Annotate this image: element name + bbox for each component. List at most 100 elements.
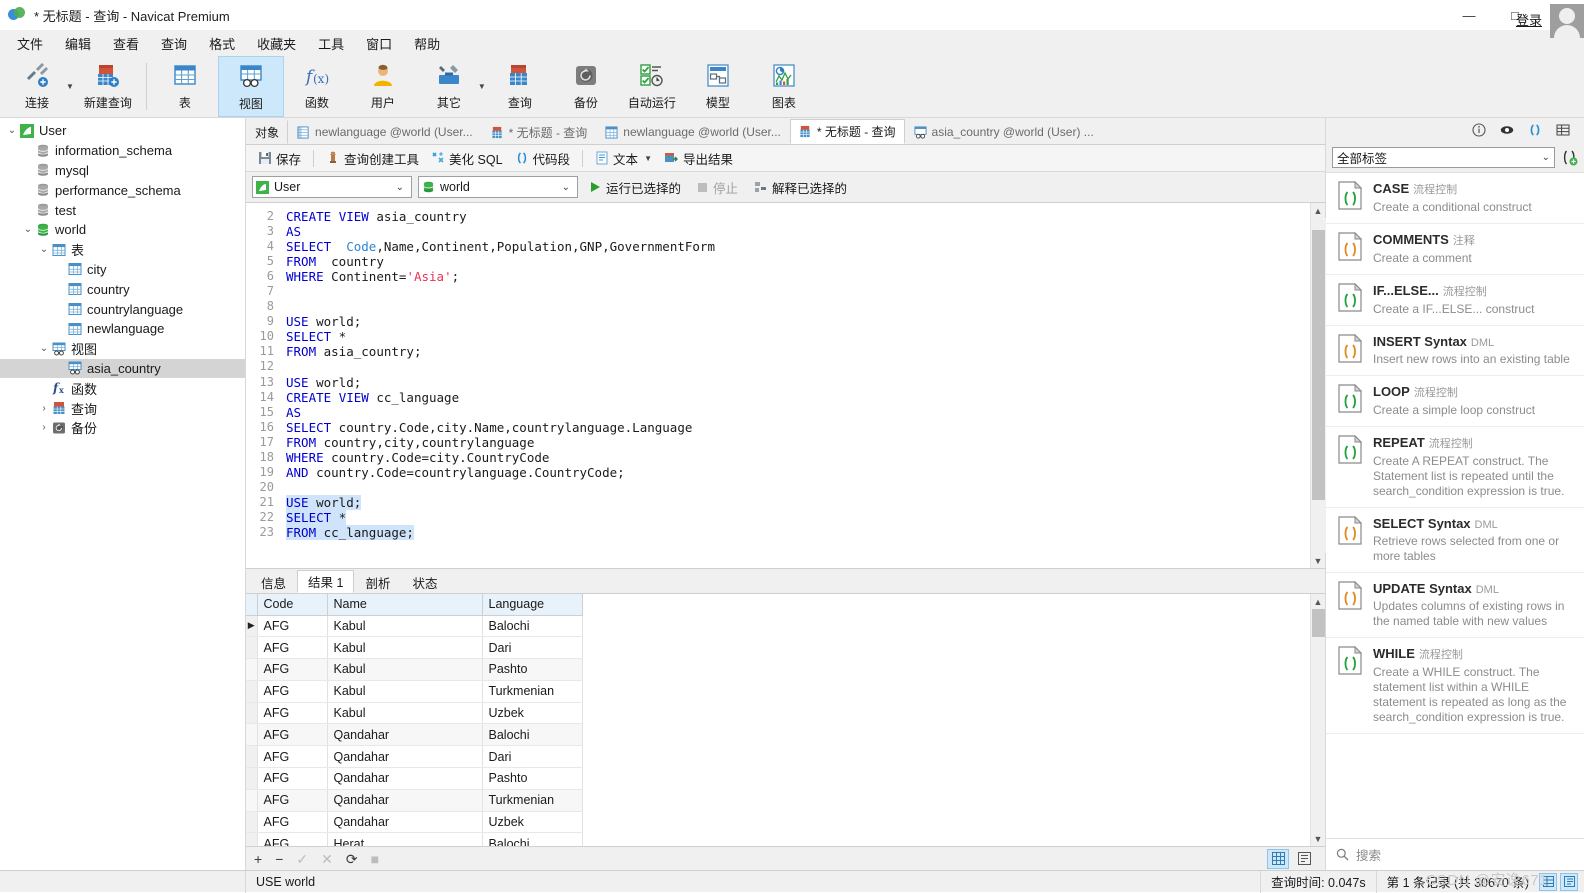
table-cell[interactable]: Turkmenian: [482, 789, 583, 812]
grid-scroll-thumb[interactable]: [1311, 609, 1325, 637]
table-cell[interactable]: AFG: [257, 680, 328, 703]
table-cell[interactable]: AFG: [257, 658, 328, 681]
sql-editor-content[interactable]: 2 3 4 5 6 7 8 9 10 11 12 13 14 15 16 17 18 19 20 21 22 23 CRE…: [246, 203, 1310, 568]
menu-item-help[interactable]: 帮助: [403, 31, 451, 56]
sql-line[interactable]: USE world;: [286, 494, 1310, 510]
sql-line[interactable]: SELECT country.Code,city.Name,countrylan…: [286, 420, 1310, 435]
snippet-list[interactable]: CASE 流程控制 Create a conditional construct CO…: [1326, 172, 1584, 838]
scroll-thumb[interactable]: [1311, 230, 1325, 500]
editor-tab-2[interactable]: * 无标题 - 查询: [482, 120, 597, 144]
tree-node-asia_country[interactable]: asia_country: [0, 358, 245, 379]
menu-item-query[interactable]: 查询: [150, 31, 198, 56]
row-indicator[interactable]: [246, 811, 258, 834]
editor-scrollbar[interactable]: ▲ ▼: [1310, 203, 1326, 568]
stop-button[interactable]: 停止: [692, 175, 743, 200]
row-indicator[interactable]: [246, 745, 258, 769]
sql-line[interactable]: FROM cc_language;: [286, 524, 1310, 540]
snippet-item[interactable]: SELECT Syntax DML Retrieve rows selected f…: [1326, 508, 1584, 573]
result-grid[interactable]: Code Name Language ▶ AFG Kabul Balochi AFG Kabul…: [246, 594, 583, 846]
chevron-down-icon[interactable]: ⌄: [36, 343, 52, 354]
table-cell[interactable]: AFG: [257, 615, 328, 638]
table-row[interactable]: AFG Qandahar Pashto: [246, 767, 583, 790]
chevron-down-icon[interactable]: ▼: [644, 154, 652, 163]
tree-node-[interactable]: ⌄ 视图: [0, 339, 245, 359]
add-snippet-icon[interactable]: [1561, 149, 1578, 166]
sql-line[interactable]: [286, 359, 1310, 374]
table-row[interactable]: AFG Qandahar Balochi: [246, 723, 583, 747]
chevron-right-icon[interactable]: ›: [36, 403, 52, 414]
menu-item-view[interactable]: 查看: [102, 31, 150, 56]
toolbar-button-connect[interactable]: 连接: [4, 56, 70, 117]
delete-record-button[interactable]: −: [275, 852, 283, 866]
connection-select[interactable]: User ⌄: [252, 176, 412, 198]
table-row[interactable]: AFG Kabul Pashto: [246, 658, 583, 681]
row-indicator[interactable]: ▶: [246, 615, 258, 638]
table-cell[interactable]: AFG: [257, 702, 328, 725]
table-cell[interactable]: Herat: [327, 832, 483, 846]
chevron-down-icon[interactable]: ⌄: [392, 182, 408, 193]
minimize-button[interactable]: —: [1446, 0, 1492, 30]
chevron-down-icon[interactable]: ⌄: [36, 244, 52, 255]
row-indicator[interactable]: [246, 789, 258, 812]
column-header[interactable]: Language: [482, 594, 583, 616]
editor-tab-4[interactable]: * 无标题 - 查询: [789, 119, 905, 144]
table-row[interactable]: AFG Kabul Turkmenian: [246, 680, 583, 703]
menu-item-tools[interactable]: 工具: [307, 31, 355, 56]
toolbar-button-view[interactable]: 视图: [217, 56, 284, 117]
chevron-right-icon[interactable]: ›: [36, 422, 52, 433]
export-result-button[interactable]: 导出结果: [658, 146, 739, 171]
table-cell[interactable]: Qandahar: [327, 745, 483, 769]
navigation-tree[interactable]: ⌄ User information_schema mysql performance_…: [0, 118, 246, 870]
table-cell[interactable]: Uzbek: [482, 702, 583, 725]
snippet-item[interactable]: CASE 流程控制 Create a conditional construct: [1326, 173, 1584, 224]
table-cell[interactable]: Kabul: [327, 615, 483, 638]
editor-tab-1[interactable]: newlanguage @world (User...: [288, 120, 482, 144]
editor-tab-5[interactable]: asia_country @world (User) ...: [905, 120, 1103, 144]
chevron-down-icon-3[interactable]: ⌄: [1542, 152, 1550, 163]
snippet-item[interactable]: WHILE 流程控制 Create a WHILE construct. The s…: [1326, 638, 1584, 734]
stop-button[interactable]: ■: [371, 852, 379, 866]
scroll-track[interactable]: [1310, 218, 1326, 553]
run-selected-button[interactable]: 运行已选择的: [584, 175, 686, 200]
chevron-down-icon[interactable]: ⌄: [20, 224, 36, 235]
sql-line[interactable]: CREATE VIEW asia_country: [286, 209, 1310, 224]
table-cell[interactable]: Qandahar: [327, 723, 483, 747]
table-cell[interactable]: AFG: [257, 767, 328, 790]
tree-node-country[interactable]: country: [0, 279, 245, 299]
table-row[interactable]: AFG Qandahar Turkmenian: [246, 789, 583, 812]
table-row[interactable]: AFG Herat Balochi: [246, 832, 583, 846]
row-indicator[interactable]: [246, 723, 258, 747]
snippet-search[interactable]: 搜索: [1326, 838, 1584, 870]
table-cell[interactable]: Balochi: [482, 832, 583, 846]
sql-line[interactable]: FROM country,city,countrylanguage: [286, 435, 1310, 450]
table-cell[interactable]: Pashto: [482, 658, 583, 681]
grid-scroll-track[interactable]: [1310, 609, 1325, 831]
refresh-button[interactable]: ⟳: [346, 852, 358, 866]
tag-filter-select[interactable]: 全部标签 ⌄: [1332, 146, 1555, 168]
grid-view-button[interactable]: [1267, 848, 1289, 869]
menu-item-favorites[interactable]: 收藏夹: [246, 31, 307, 56]
snippet-item[interactable]: REPEAT 流程控制 Create A REPEAT construct. The…: [1326, 427, 1584, 508]
sql-code[interactable]: CREATE VIEW asia_country AS SELECT Code,Na…: [280, 203, 1310, 568]
editor-tab-3[interactable]: newlanguage @world (User...: [596, 120, 790, 144]
menu-item-file[interactable]: 文件: [6, 31, 54, 56]
result-tab-3[interactable]: 状态: [401, 572, 448, 593]
table-cell[interactable]: AFG: [257, 832, 328, 846]
login-link[interactable]: 登录: [1516, 10, 1542, 29]
status-grid-view-button[interactable]: [1539, 872, 1557, 891]
toolbar-button-chart[interactable]: 图表: [751, 56, 817, 117]
sql-line[interactable]: SELECT *: [286, 509, 1310, 525]
code-snippet-button[interactable]: 代码段: [509, 146, 577, 171]
table-cell[interactable]: AFG: [257, 745, 328, 769]
sql-line[interactable]: USE world;: [286, 314, 1310, 329]
sql-line[interactable]: WHERE Continent='Asia';: [286, 269, 1310, 284]
toolbar-button-automation[interactable]: 自动运行: [619, 56, 685, 117]
tree-node-[interactable]: › 备份: [0, 418, 245, 438]
table-row[interactable]: AFG Qandahar Dari: [246, 745, 583, 769]
grid-panel-icon[interactable]: [1556, 123, 1570, 137]
table-row[interactable]: AFG Kabul Dari: [246, 636, 583, 660]
result-grid-wrapper[interactable]: Code Name Language ▶ AFG Kabul Balochi AFG Kabul…: [246, 593, 1325, 846]
row-indicator[interactable]: [246, 680, 258, 703]
chevron-down-icon-2[interactable]: ⌄: [558, 182, 574, 193]
table-cell[interactable]: Kabul: [327, 636, 483, 660]
